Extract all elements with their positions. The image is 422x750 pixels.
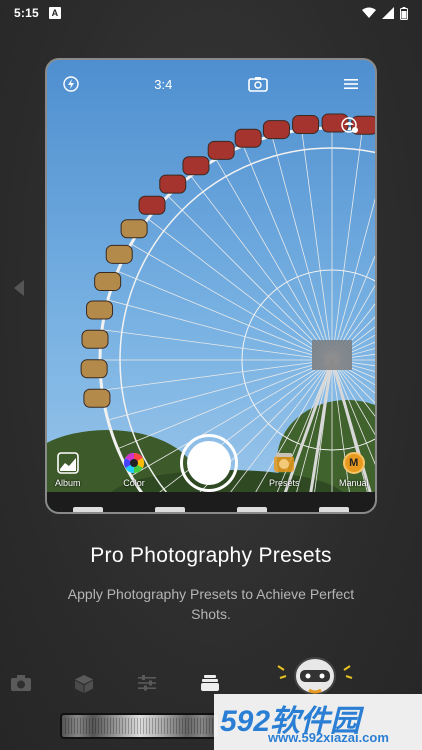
album-label: Album [55, 478, 81, 488]
menu-icon[interactable] [343, 77, 359, 91]
preset-thumbnail[interactable] [319, 507, 349, 512]
manual-label: Manual [339, 478, 369, 488]
presets-icon [274, 453, 295, 472]
color-wheel-icon [123, 452, 145, 474]
flash-off-icon[interactable] [63, 76, 79, 92]
film-strip-texture [65, 718, 215, 734]
flip-camera-icon[interactable] [247, 76, 268, 92]
gondola [207, 140, 235, 160]
watermark: 592软件园 www.592xiazai.com [214, 694, 422, 750]
gondola [292, 114, 320, 134]
shutter-button[interactable] [180, 434, 238, 492]
gondola [262, 120, 290, 140]
signal-icon [382, 7, 394, 19]
presets-button[interactable]: Presets [269, 450, 300, 488]
status-bar: 5:15 A [0, 0, 422, 26]
presets-label: Presets [269, 478, 300, 488]
gondola [105, 244, 133, 264]
ai-tune-icon [341, 117, 358, 133]
manual-icon: M [342, 452, 365, 474]
gondola [94, 272, 122, 292]
ai-tune-button[interactable] [341, 116, 359, 134]
aspect-ratio-button[interactable]: 3:4 [154, 77, 172, 92]
gondola [81, 329, 109, 349]
wifi-icon [362, 7, 376, 18]
camera-top-bar: 3:4 [47, 60, 375, 108]
gondola [182, 156, 210, 176]
camera-bottom-controls: Album Color Presets M Manual [47, 424, 375, 512]
preset-thumbnail[interactable] [237, 507, 267, 512]
gondola [234, 128, 262, 148]
page-subtitle: Apply Photography Presets to Achieve Per… [67, 586, 355, 622]
notification-icon: A [48, 7, 61, 19]
color-button[interactable]: Color [123, 452, 145, 488]
manual-button[interactable]: M Manual [339, 452, 369, 488]
gondola [83, 388, 111, 408]
film-strip-slider[interactable] [60, 713, 220, 739]
mascot-robot-icon[interactable] [276, 652, 356, 698]
preset-thumbnail[interactable] [73, 507, 103, 512]
preset-thumbnail[interactable] [155, 507, 185, 512]
shutter-inner [187, 441, 231, 485]
album-button[interactable]: Album [55, 452, 81, 488]
album-icon [56, 452, 79, 474]
cube-tab-icon[interactable] [74, 674, 94, 694]
camera-preview: 3:4 Album Color Presets M Manual [45, 58, 377, 514]
previous-page-arrow[interactable] [14, 280, 24, 296]
watermark-url: www.592xiazai.com [268, 730, 389, 745]
layers-tab-icon[interactable] [200, 674, 220, 692]
gondola [120, 219, 148, 239]
page-title: Pro Photography Presets [90, 544, 332, 567]
manual-badge: M [349, 457, 359, 469]
color-label: Color [123, 478, 145, 488]
preset-thumbnail-strip[interactable] [47, 492, 375, 512]
status-icons [362, 6, 408, 20]
gondola [138, 195, 166, 215]
sliders-tab-icon[interactable] [137, 674, 157, 692]
gondola [159, 174, 187, 194]
gondola [80, 359, 108, 379]
battery-icon [400, 6, 408, 20]
status-time: 5:15 [14, 6, 39, 20]
camera-tab-icon[interactable] [10, 674, 32, 692]
gondola [86, 300, 114, 320]
